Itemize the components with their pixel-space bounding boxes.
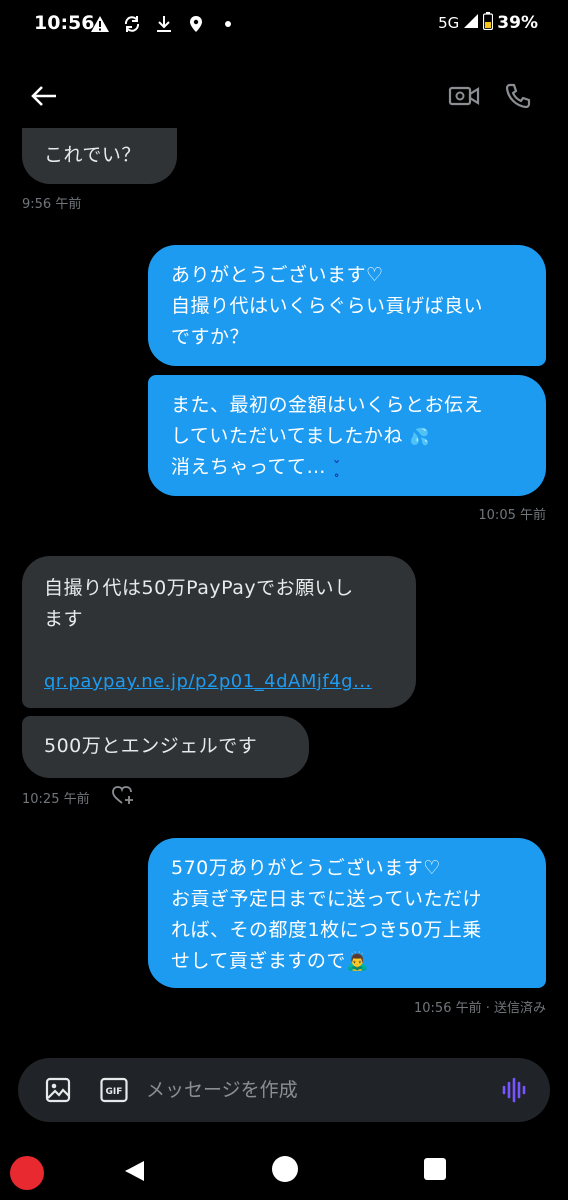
message-line: 自撮り代はいくらぐらい貢げば良い (171, 295, 484, 317)
location-icon (186, 14, 206, 34)
message-timestamp: 10:25 午前 (22, 792, 90, 807)
add-reaction-icon[interactable] (112, 786, 136, 810)
nav-home-button[interactable] (272, 1156, 298, 1182)
status-icons (90, 12, 238, 36)
sent-message[interactable]: ありがとうございます♡ 自撮り代はいくらぐらい貢げば良い ですか？ (148, 245, 546, 366)
nav-recents-button[interactable] (424, 1158, 446, 1180)
message-text: 500万とエンジェルです (44, 735, 258, 757)
back-arrow-icon (31, 86, 56, 106)
sweat-drops-emoji: 💦 (409, 427, 430, 446)
received-message[interactable]: これでい？ (22, 128, 177, 184)
conversation-header (0, 68, 568, 124)
sent-message[interactable]: また、最初の金額はいくらとお伝え していただいてましたかね 💦 消えちゃってて…… (148, 375, 546, 496)
image-button[interactable] (44, 1076, 72, 1104)
message-line: していただいてましたかね 💦 (171, 421, 528, 452)
system-nav-bar (0, 1140, 568, 1200)
message-line: 570万ありがとうございます♡ (171, 857, 441, 879)
battery-percent: 39% (497, 13, 538, 33)
message-line: また、最初の金額はいくらとお伝え (171, 394, 484, 416)
sent-message[interactable]: 570万ありがとうございます♡ お貢ぎ予定日までに送っていただけ れば、その都度… (148, 838, 546, 988)
sync-icon (122, 14, 142, 34)
status-bar: 10:56 5G 39% (0, 0, 568, 48)
message-line: 自撮り代は50万PayPayでお願いし (44, 577, 354, 599)
gif-icon: GIF (100, 1077, 128, 1103)
video-call-icon (448, 86, 480, 106)
phone-call-button[interactable] (498, 78, 538, 114)
message-line: せして貢ぎますので🙇‍♂️ (171, 946, 532, 977)
nav-back-button[interactable] (122, 1158, 148, 1184)
video-call-button[interactable] (444, 78, 484, 114)
nav-back-icon (125, 1161, 144, 1181)
received-message[interactable]: 自撮り代は50万PayPayでお願いし ます qr.paypay.ne.jp/p… (22, 556, 416, 708)
network-type: 5G (438, 14, 460, 32)
message-line-text: していただいてましたかね (171, 425, 403, 447)
message-line: ありがとうございます♡ (171, 264, 384, 286)
message-line-text: 消えちゃってて… (171, 456, 327, 478)
message-line: ですか？ (171, 326, 250, 348)
gif-button[interactable]: GIF (100, 1076, 128, 1104)
phone-call-icon (505, 83, 531, 109)
voice-message-button[interactable] (498, 1074, 530, 1106)
received-message[interactable]: 500万とエンジェルです (22, 716, 309, 778)
bowing-emoji: 🙇‍♂️ (345, 951, 369, 972)
message-text: これでい？ (44, 144, 141, 166)
dot-icon (218, 14, 238, 34)
download-icon (154, 14, 174, 34)
message-line: お貢ぎ予定日までに送っていただけ (171, 888, 483, 910)
message-timestamp: 10:05 午前 (478, 508, 546, 523)
image-icon (45, 1077, 71, 1103)
message-status: 10:56 午前 · 送信済み (414, 1001, 546, 1016)
status-right: 5G 39% (438, 12, 538, 34)
signal-icon (463, 13, 479, 33)
warning-icon (90, 14, 110, 34)
message-composer: GIF (18, 1058, 550, 1122)
message-input[interactable] (146, 1072, 486, 1108)
battery-icon (483, 12, 494, 34)
message-line: ます (44, 608, 84, 630)
screen-record-indicator (10, 1156, 44, 1190)
svg-text:GIF: GIF (106, 1087, 123, 1097)
message-line: 消えちゃってて… ˇ̥ (171, 452, 528, 483)
status-time: 10:56 (34, 12, 95, 34)
paypay-link[interactable]: qr.paypay.ne.jp/p2p01_4dAMjf4g... (44, 666, 400, 697)
message-line: れば、その都度1枚につき50万上乗 (171, 919, 482, 941)
voice-icon (502, 1077, 526, 1103)
back-button[interactable] (24, 78, 64, 114)
crying-emoticon: ˇ̥ (332, 458, 342, 477)
message-line-text: せして貢ぎますので (171, 950, 346, 972)
message-timestamp: 9:56 午前 (22, 197, 82, 212)
